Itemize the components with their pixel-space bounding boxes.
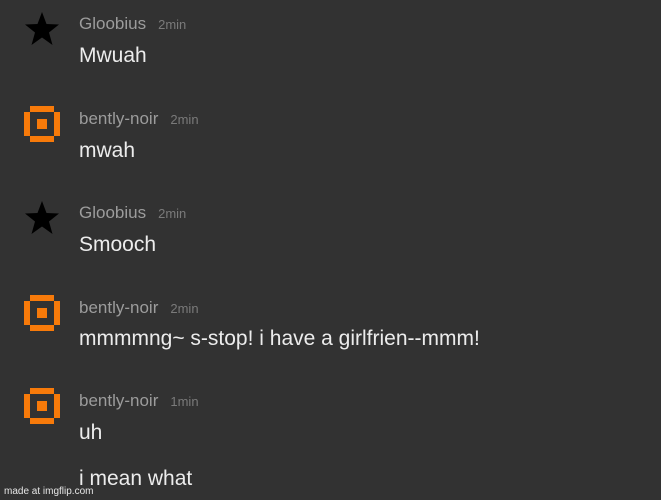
orange-pixel-avatar-icon[interactable] xyxy=(24,106,60,142)
username[interactable]: bently-noir xyxy=(79,298,158,317)
message-header: Gloobius 2min xyxy=(79,202,186,225)
message-header: bently-noir 2min xyxy=(79,108,199,131)
timestamp: 2min xyxy=(158,17,187,32)
star-icon[interactable] xyxy=(24,11,59,45)
orange-pixel-avatar-icon[interactable] xyxy=(24,388,60,424)
star-icon[interactable] xyxy=(24,200,59,234)
timestamp: 1min xyxy=(170,394,199,409)
username[interactable]: bently-noir xyxy=(79,109,158,128)
message-text: Mwuah xyxy=(79,44,147,67)
username[interactable]: bently-noir xyxy=(79,391,158,410)
message-header: Gloobius 2min xyxy=(79,13,186,36)
timestamp: 2min xyxy=(158,206,187,221)
message-text: uh xyxy=(79,421,103,444)
message-header: bently-noir 1min xyxy=(79,390,199,413)
message-text: mmmmng~ s-stop! i have a girlfrien--mmm! xyxy=(79,327,480,350)
username[interactable]: Gloobius xyxy=(79,14,146,33)
message-header: bently-noir 2min xyxy=(79,297,199,320)
timestamp: 2min xyxy=(170,112,199,127)
orange-pixel-avatar-icon[interactable] xyxy=(24,295,60,331)
message-text: i mean what xyxy=(79,467,193,490)
message-text: Smooch xyxy=(79,233,157,256)
watermark: made at imgflip.com xyxy=(4,486,94,497)
timestamp: 2min xyxy=(170,301,199,316)
message-text: mwah xyxy=(79,139,136,162)
username[interactable]: Gloobius xyxy=(79,203,146,222)
